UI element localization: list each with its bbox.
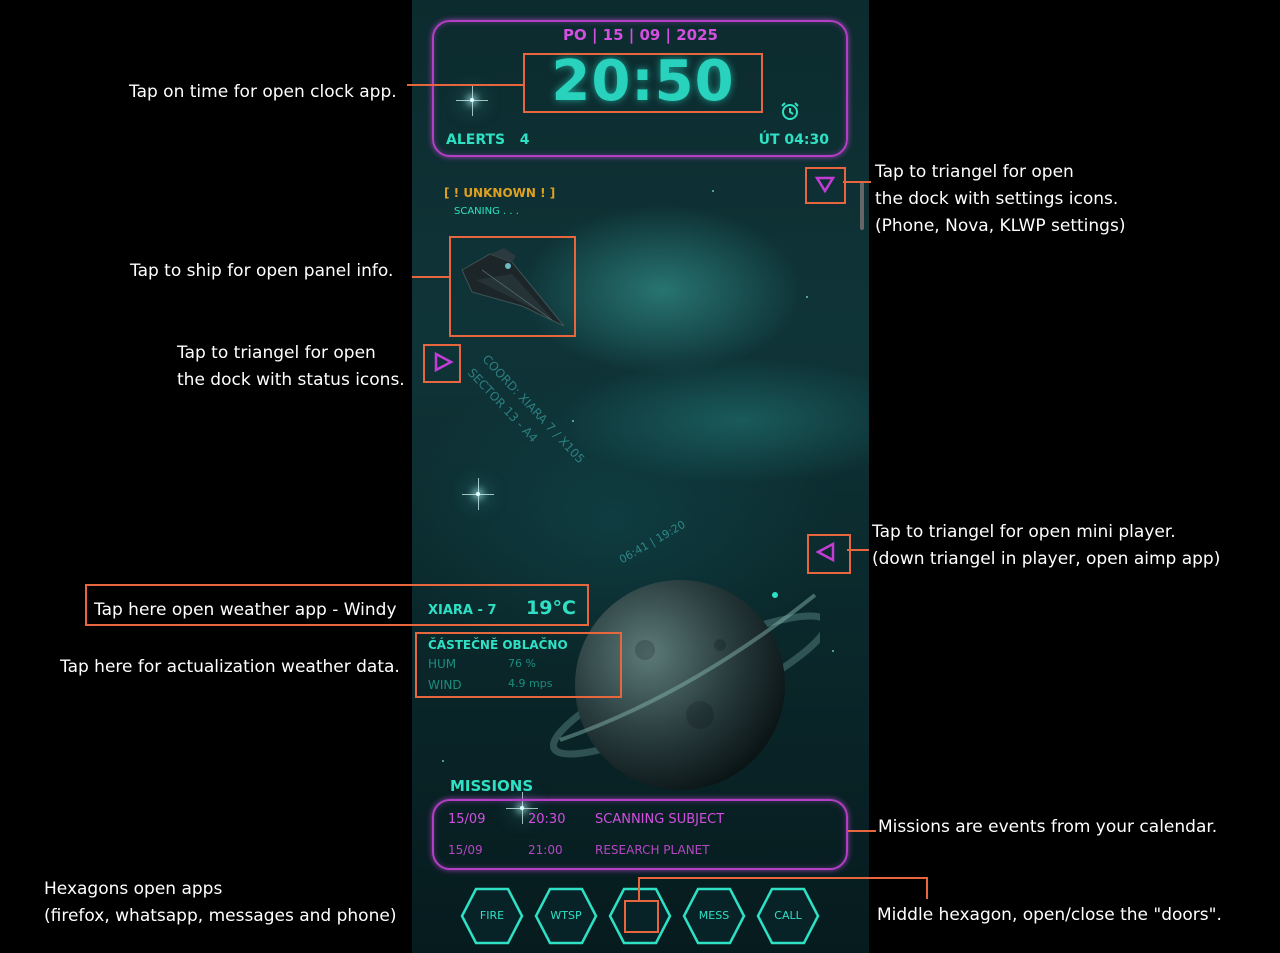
note-settings-line-3: (Phone, Nova, KLWP settings): [875, 216, 1126, 236]
annotation-line: [848, 830, 876, 832]
note-player: Tap to triangel for open mini player. (d…: [872, 519, 1220, 573]
note-hexagons-line-2: (firefox, whatsapp, messages and phone): [44, 906, 397, 926]
mission-date: 15/09: [448, 812, 486, 827]
note-settings: Tap to triangel for open the dock with s…: [875, 159, 1125, 240]
hex-label: MESS: [698, 909, 730, 922]
note-status-line-2: the dock with status icons.: [177, 370, 405, 390]
alerts-label: ALERTS: [446, 132, 506, 148]
note-hexagons: Hexagons open apps (firefox, whatsapp, m…: [44, 876, 396, 930]
hex-whatsapp-button[interactable]: WTSP: [534, 887, 598, 945]
note-doors: Middle hexagon, open/close the "doors".: [877, 905, 1222, 925]
note-settings-line-1: Tap to triangel for open: [875, 162, 1074, 182]
note-settings-line-2: the dock with settings icons.: [875, 189, 1119, 209]
phone-home-screen: PO | 15 | 09 | 2025 20:50 ALERTS 4 ÚT 04…: [412, 0, 869, 953]
note-missions: Missions are events from your calendar.: [878, 817, 1218, 837]
mission-name: SCANNING SUBJECT: [595, 812, 725, 827]
annotation-line: [843, 181, 871, 183]
annotation-line: [847, 549, 869, 551]
highlight-ship: [449, 236, 576, 337]
highlight-status-triangle: [423, 344, 461, 383]
highlight-settings-triangle: [805, 167, 846, 204]
note-player-line-1: Tap to triangel for open mini player.: [872, 522, 1176, 542]
mission-time: 21:00: [528, 843, 563, 857]
alarm-clock-icon: [780, 101, 800, 121]
hex-messages-button[interactable]: MESS: [682, 887, 746, 945]
coordinates-text: COORD: XIARA 7 / X105 SECTOR 13 - A4: [463, 350, 590, 482]
note-weather-refresh: Tap here for actualization weather data.: [60, 657, 400, 677]
annotation-line: [638, 877, 640, 901]
annotation-line: [926, 877, 928, 899]
date-label: PO | 15 | 09 | 2025: [562, 26, 718, 44]
annotation-line: [407, 84, 524, 86]
sun-times-label: 06:41 | 19:20: [617, 517, 688, 567]
note-status-line-1: Tap to triangel for open: [177, 343, 376, 363]
hex-label: CALL: [774, 909, 802, 922]
note-clock: Tap on time for open clock app.: [129, 82, 397, 102]
star-decoration: [462, 478, 494, 510]
annotation-line: [412, 276, 450, 278]
note-player-line-2: (down triangel in player, open aimp app): [872, 549, 1221, 569]
alerts-count: 4: [519, 132, 530, 148]
mission-row[interactable]: 15/09 21:00 RESEARCH PLANET: [448, 843, 828, 861]
missions-title: MISSIONS: [450, 777, 534, 795]
alerts-indicator: ALERTS 4: [446, 132, 529, 148]
hex-phone-button[interactable]: CALL: [756, 887, 820, 945]
mission-row[interactable]: 15/09 20:30 SCANNING SUBJECT: [448, 812, 828, 830]
highlight-clock: [523, 53, 763, 113]
highlight-weather-refresh: [415, 632, 622, 698]
hex-firefox-button[interactable]: FIRE: [460, 887, 524, 945]
ship-status-label: [ ! UNKNOWN ! ]: [444, 186, 556, 200]
hex-label: WTSP: [550, 909, 582, 922]
note-ship: Tap to ship for open panel info.: [130, 261, 394, 281]
hex-label: FIRE: [479, 909, 505, 922]
note-status: Tap to triangel for open the dock with s…: [177, 340, 405, 394]
note-hexagons-line-1: Hexagons open apps: [44, 879, 223, 899]
mission-date: 15/09: [448, 843, 483, 857]
highlight-player-triangle: [807, 534, 851, 574]
mission-name: RESEARCH PLANET: [595, 843, 710, 857]
scroll-indicator[interactable]: [860, 182, 864, 230]
next-alarm-time: ÚT 04:30: [758, 132, 829, 148]
highlight-doors-hex: [624, 900, 659, 933]
mission-time: 20:30: [528, 812, 566, 827]
annotation-line: [638, 877, 928, 879]
ship-scan-label: SCANING . . .: [454, 206, 519, 217]
note-weather-app: Tap here open weather app - Windy: [94, 600, 397, 620]
